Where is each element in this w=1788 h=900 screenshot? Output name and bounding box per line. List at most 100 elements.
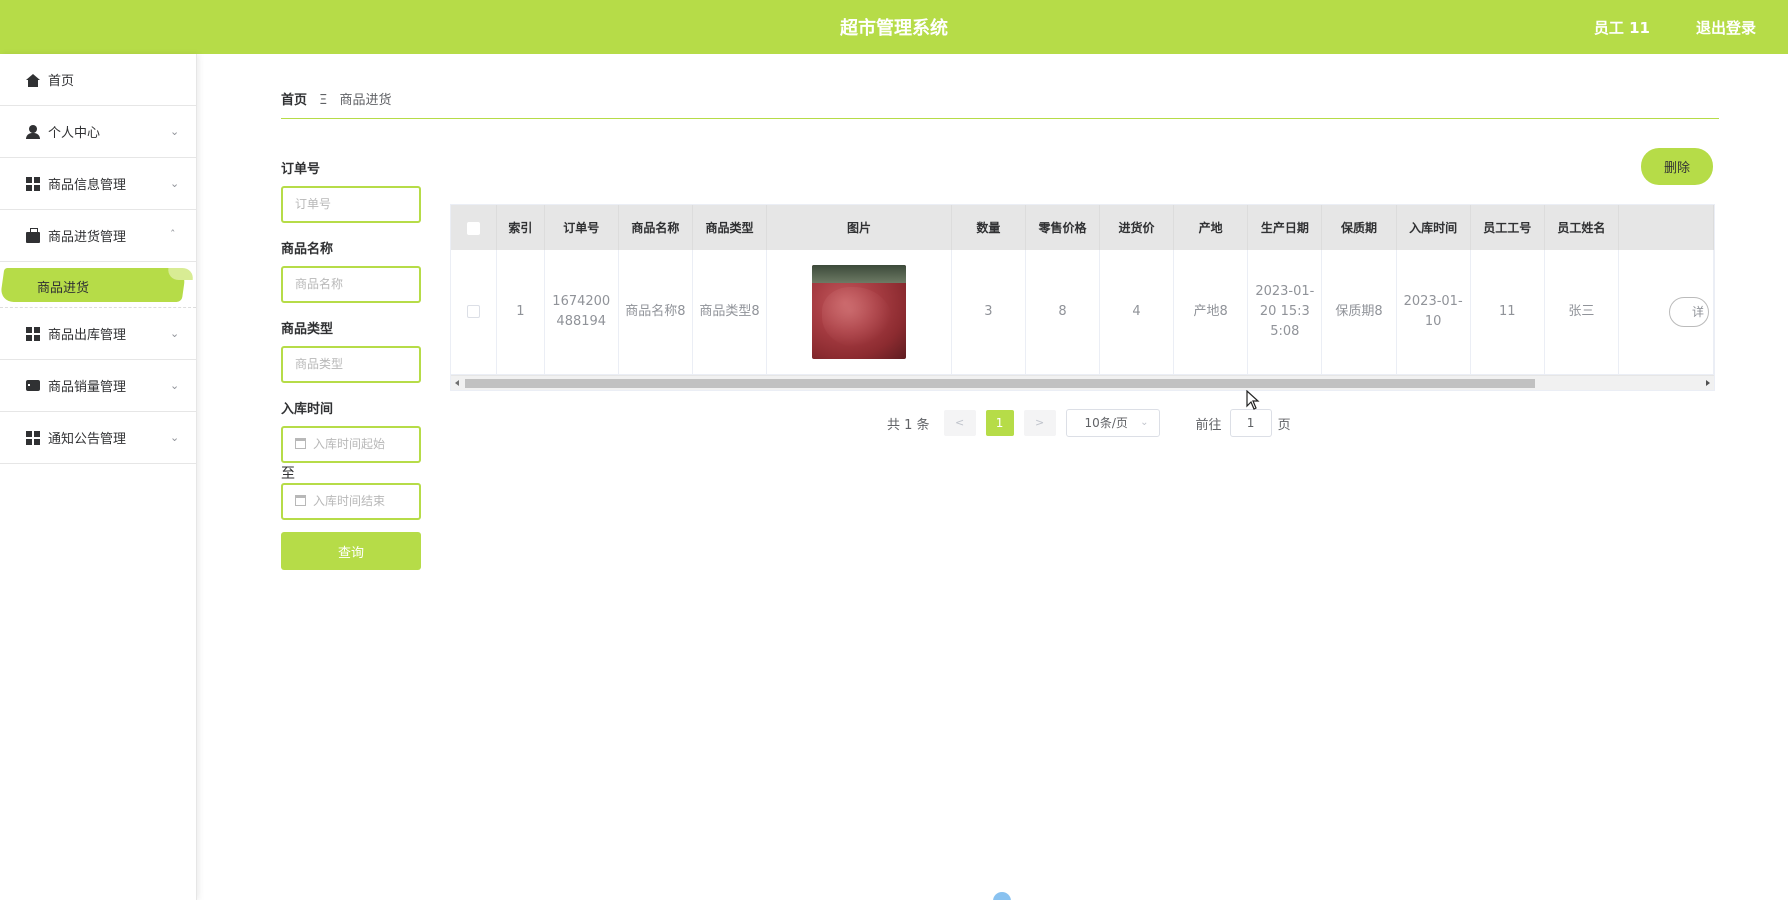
sidebar: 首页 个人中心 ⌄ 商品信息管理 ⌄ 商品进货管理 ˆ 商品进货 商品出库管理 … — [0, 54, 197, 900]
sidebar-item-notices[interactable]: 通知公告管理 ⌄ — [0, 412, 196, 464]
prev-page-button[interactable]: < — [943, 410, 976, 436]
cell-shelf-life: 保质期8 — [1321, 250, 1397, 375]
query-button[interactable]: 查询 — [281, 532, 421, 570]
scrollbar-thumb[interactable] — [465, 379, 1535, 388]
sidebar-item-label: 商品信息管理 — [48, 178, 127, 193]
cell-product-name: 商品名称8 — [618, 250, 693, 375]
sidebar-item-label: 首页 — [48, 74, 75, 89]
logout-link[interactable]: 退出登录 — [1696, 17, 1756, 38]
floating-indicator — [993, 892, 1011, 900]
calendar-icon — [295, 495, 306, 506]
sidebar-item-personal-center[interactable]: 个人中心 ⌄ — [0, 106, 196, 158]
top-header: 超市管理系统 员工 11 退出登录 — [0, 0, 1788, 54]
cell-employee-no: 11 — [1470, 250, 1545, 375]
column-header: 进货价 — [1099, 205, 1175, 250]
cell-production-date: 2023-01-20 15:35:08 — [1247, 250, 1323, 375]
breadcrumb-home[interactable]: 首页 — [281, 93, 307, 108]
page-size-select[interactable]: 10条/页 ⌄ — [1065, 409, 1160, 437]
stock-time-end-placeholder: 入库时间结束 — [313, 494, 386, 508]
cell-employee-name: 张三 — [1544, 250, 1619, 375]
row-checkbox[interactable] — [467, 304, 481, 318]
row-select-cell[interactable] — [451, 250, 498, 375]
chevron-down-icon: ⌄ — [1140, 417, 1149, 428]
stock-time-end-input[interactable]: 入库时间结束 — [281, 483, 421, 520]
app-title: 超市管理系统 — [840, 18, 948, 39]
select-all-cell[interactable] — [451, 205, 498, 250]
table-row: 1 1674200488194 商品名称8 商品类型8 3 8 4 产地8 20… — [451, 250, 1714, 375]
sidebar-item-home[interactable]: 首页 — [0, 54, 196, 106]
sidebar-item-label: 商品销量管理 — [48, 380, 127, 395]
column-header: 图片 — [766, 205, 952, 250]
column-header: 商品名称 — [618, 205, 693, 250]
next-page-button[interactable]: > — [1023, 410, 1056, 436]
product-type-input[interactable]: 商品类型 — [281, 346, 421, 383]
stock-time-start-placeholder: 入库时间起始 — [313, 437, 386, 451]
product-name-input[interactable]: 商品名称 — [281, 266, 421, 303]
page-number-button[interactable]: 1 — [985, 410, 1014, 436]
scroll-left-arrow-icon[interactable] — [455, 380, 459, 386]
stock-time-start-input[interactable]: 入库时间起始 — [281, 426, 421, 463]
home-icon — [26, 73, 40, 87]
product-name-label: 商品名称 — [281, 242, 334, 257]
cell-index: 1 — [496, 250, 545, 375]
date-range-separator: 至 — [281, 466, 295, 482]
calendar-icon — [295, 438, 306, 449]
cell-retail-price: 8 — [1025, 250, 1101, 375]
detail-button[interactable]: 详 — [1668, 296, 1709, 327]
sidebar-subitem-label: 商品进货 — [37, 281, 90, 296]
breadcrumb-current: 商品进货 — [339, 93, 392, 108]
column-header: 员工姓名 — [1544, 205, 1619, 250]
breadcrumb-divider — [281, 118, 1719, 119]
page-unit-label: 页 — [1277, 417, 1291, 433]
cell-origin: 产地8 — [1173, 250, 1249, 375]
select-all-checkbox[interactable] — [467, 221, 481, 235]
column-header: 生产日期 — [1247, 205, 1323, 250]
column-header: 员工工号 — [1470, 205, 1545, 250]
current-user-label: 员工 11 — [1593, 19, 1650, 37]
order-no-label: 订单号 — [281, 162, 321, 177]
sidebar-item-product-sales[interactable]: 商品销量管理 ⌄ — [0, 360, 196, 412]
cell-purchase-price: 4 — [1099, 250, 1175, 375]
cell-order-no: 1674200488194 — [544, 250, 619, 375]
sidebar-subitem-purchase[interactable]: 商品进货 — [0, 262, 196, 308]
chevron-down-icon: ⌄ — [170, 177, 180, 190]
pagination-total: 共 1 条 — [887, 417, 930, 433]
sidebar-item-label: 商品出库管理 — [48, 328, 127, 343]
chevron-down-icon: ⌄ — [170, 125, 180, 138]
active-highlight — [0, 268, 187, 302]
scroll-right-arrow-icon[interactable] — [1706, 380, 1710, 386]
sidebar-item-label: 个人中心 — [48, 126, 101, 141]
sidebar-item-product-info[interactable]: 商品信息管理 ⌄ — [0, 158, 196, 210]
user-icon — [26, 124, 40, 139]
product-type-label: 商品类型 — [281, 322, 334, 337]
cell-image — [766, 250, 952, 375]
chevron-down-icon: ⌄ — [170, 327, 180, 340]
stock-time-label: 入库时间 — [281, 402, 334, 417]
order-no-input[interactable]: 订单号 — [281, 186, 421, 223]
goto-page-input[interactable]: 1 — [1229, 409, 1272, 437]
briefcase-icon — [26, 227, 40, 243]
chevron-up-icon: ˆ — [170, 228, 176, 241]
column-header: 保质期 — [1321, 205, 1397, 250]
column-header: 索引 — [496, 205, 545, 250]
chevron-down-icon: ⌄ — [170, 431, 180, 444]
cell-quantity: 3 — [951, 250, 1026, 375]
product-image — [811, 264, 906, 359]
grid-icon — [26, 176, 40, 191]
sidebar-item-product-outbound[interactable]: 商品出库管理 ⌄ — [0, 308, 196, 360]
column-header: 入库时间 — [1396, 205, 1471, 250]
breadcrumb-separator: Ξ — [319, 93, 328, 108]
column-header: 数量 — [951, 205, 1026, 250]
actions-header — [1618, 205, 1714, 250]
sidebar-item-label: 商品进货管理 — [48, 230, 127, 245]
delete-button[interactable]: 删除 — [1641, 148, 1713, 185]
chevron-down-icon: ⌄ — [170, 379, 180, 392]
table-header-row: 索引 订单号 商品名称 商品类型 图片 数量 零售价格 进货价 产地 生产日期 … — [451, 205, 1714, 250]
cell-product-type: 商品类型8 — [692, 250, 768, 375]
grid-icon — [26, 430, 40, 445]
column-header: 订单号 — [544, 205, 619, 250]
cell-stock-time: 2023-01-10 — [1396, 250, 1471, 375]
column-header: 零售价格 — [1025, 205, 1101, 250]
sidebar-item-product-purchase[interactable]: 商品进货管理 ˆ — [0, 210, 196, 262]
horizontal-scrollbar[interactable] — [451, 375, 1714, 390]
